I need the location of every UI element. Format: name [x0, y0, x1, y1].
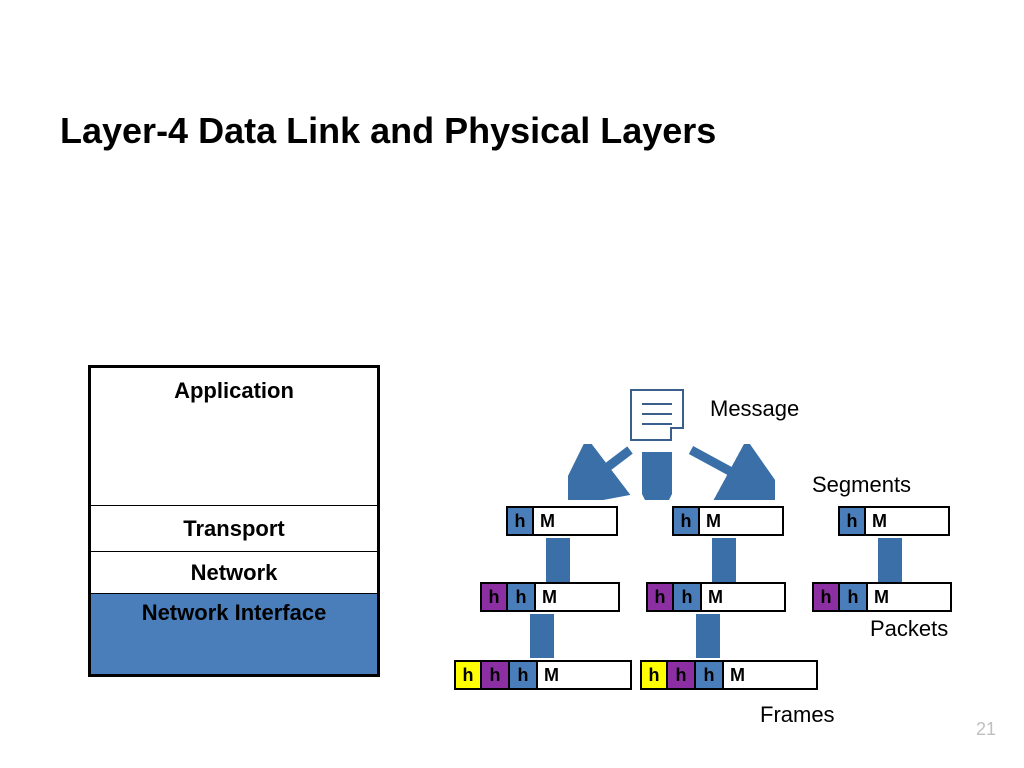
layer-network: Network [91, 552, 377, 594]
payload: M [536, 582, 620, 612]
header-network: h [646, 582, 674, 612]
header-network: h [480, 582, 508, 612]
payload: M [724, 660, 818, 690]
packet-3: h h M [812, 582, 952, 612]
payload: M [538, 660, 632, 690]
header-network: h [668, 660, 696, 690]
arrow-seg-to-pkt-2 [712, 538, 736, 582]
frame-1: h h h M [454, 660, 632, 690]
label-segments: Segments [812, 472, 911, 498]
payload: M [702, 582, 786, 612]
header-network: h [812, 582, 840, 612]
header-network: h [482, 660, 510, 690]
header-transport: h [672, 506, 700, 536]
payload: M [866, 506, 950, 536]
header-transport: h [838, 506, 866, 536]
header-transport: h [508, 582, 536, 612]
layer-application: Application [91, 368, 377, 506]
arrow-seg-to-pkt-1 [546, 538, 570, 582]
label-packets: Packets [870, 616, 948, 642]
header-link: h [454, 660, 482, 690]
layer-network-interface: Network Interface [91, 594, 377, 674]
payload: M [868, 582, 952, 612]
payload: M [534, 506, 618, 536]
payload: M [700, 506, 784, 536]
arrow-doc-to-seg-right [685, 444, 775, 500]
page-number: 21 [976, 719, 996, 740]
frame-2: h h h M [640, 660, 818, 690]
arrow-pkt-to-frame-1 [530, 614, 554, 658]
arrow-doc-to-seg-left [568, 444, 638, 500]
packet-2: h h M [646, 582, 786, 612]
header-transport: h [840, 582, 868, 612]
arrow-seg-to-pkt-3 [878, 538, 902, 582]
label-frames: Frames [760, 702, 835, 728]
header-transport: h [510, 660, 538, 690]
segment-2: h M [672, 506, 784, 536]
layer-transport: Transport [91, 506, 377, 552]
arrow-pkt-to-frame-2 [696, 614, 720, 658]
message-doc-icon [630, 389, 684, 441]
header-link: h [640, 660, 668, 690]
packet-1: h h M [480, 582, 620, 612]
segment-3: h M [838, 506, 950, 536]
layer-stack-table: Application Transport Network Network In… [88, 365, 380, 677]
segment-1: h M [506, 506, 618, 536]
arrow-doc-to-seg-mid [642, 448, 672, 500]
header-transport: h [674, 582, 702, 612]
slide-title: Layer-4 Data Link and Physical Layers [60, 110, 716, 152]
header-transport: h [506, 506, 534, 536]
label-message: Message [710, 396, 799, 422]
header-transport: h [696, 660, 724, 690]
